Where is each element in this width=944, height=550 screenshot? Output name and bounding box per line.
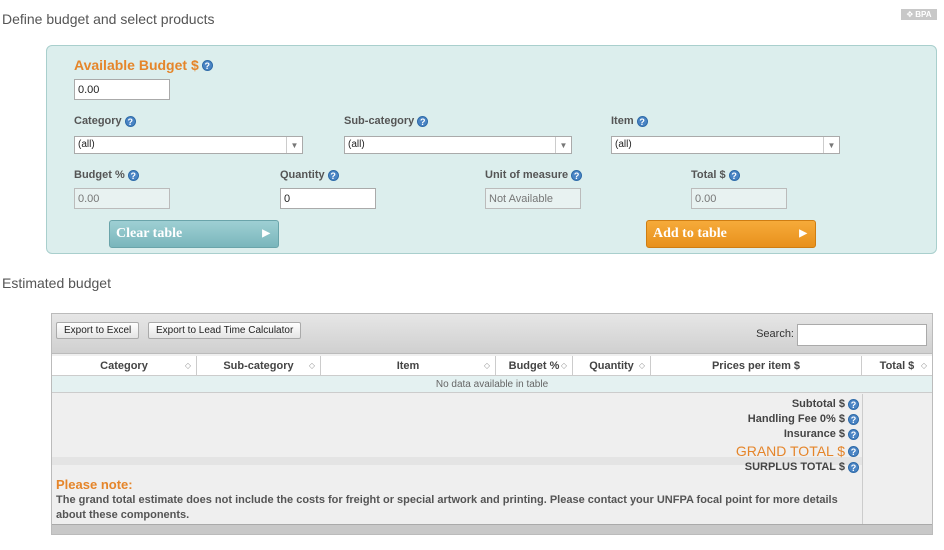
quantity-label: Quantity ? — [280, 169, 339, 181]
table-toolbar: Export to Excel Export to Lead Time Calc… — [52, 314, 932, 354]
sort-icon: ◇ — [184, 361, 191, 370]
help-icon[interactable]: ? — [728, 169, 740, 181]
total-label: Total $ ? — [691, 169, 740, 181]
estimated-budget-title: Estimated budget — [2, 275, 111, 291]
estimated-budget-table: Export to Excel Export to Lead Time Calc… — [51, 313, 933, 535]
sort-icon: ◇ — [308, 361, 315, 370]
table-footer-bar — [52, 524, 932, 534]
note-body: The grand total estimate does not includ… — [56, 494, 838, 521]
empty-table-message: No data available in table — [52, 376, 932, 393]
chevron-down-icon: ▼ — [286, 137, 302, 153]
handling-fee-row: Handling Fee 0% $? — [748, 413, 859, 425]
col-quantity[interactable]: Quantity ◇ — [573, 356, 651, 375]
help-icon[interactable]: ? — [848, 461, 859, 473]
help-icon[interactable]: ? — [127, 169, 139, 181]
help-icon[interactable]: ? — [848, 413, 859, 425]
sort-icon: ◇ — [560, 361, 567, 370]
quantity-input[interactable] — [280, 188, 376, 209]
surplus-total-row: SURPLUS TOTAL $? — [745, 461, 859, 473]
category-label: Category ? — [74, 115, 136, 127]
category-select[interactable]: (all) ▼ — [74, 136, 303, 154]
col-budget-pct[interactable]: Budget % ◇ — [496, 356, 573, 375]
chevron-down-icon: ▼ — [555, 137, 571, 153]
move-icon: ✥ — [906, 10, 914, 19]
available-budget-label: Available Budget $ ? — [74, 57, 213, 73]
search-input[interactable] — [797, 324, 927, 346]
search-label: Search: — [756, 328, 794, 340]
col-item[interactable]: Item ◇ — [321, 356, 496, 375]
sort-icon: ◇ — [920, 361, 927, 370]
grand-total-row: GRAND TOTAL $? — [736, 443, 859, 459]
bpa-badge[interactable]: ✥ BPA — [901, 9, 937, 20]
help-icon[interactable]: ? — [124, 115, 136, 127]
page-title: Define budget and select products — [2, 11, 215, 27]
uom-label: Unit of measure ? — [485, 169, 583, 181]
available-budget-input[interactable] — [74, 79, 170, 100]
help-icon[interactable]: ? — [201, 59, 213, 71]
help-icon[interactable]: ? — [571, 169, 583, 181]
table-header: Category ◇ Sub-category ◇ Item ◇ Budget % ◇ … — [52, 356, 932, 376]
chevron-right-icon: ▶ — [262, 228, 270, 239]
column-divider — [862, 394, 863, 524]
clear-table-button[interactable]: Clear table ▶ — [109, 220, 279, 248]
uom-input — [485, 188, 581, 209]
col-category[interactable]: Category ◇ — [52, 356, 197, 375]
item-label: Item ? — [611, 115, 648, 127]
note-title: Please note: — [56, 477, 133, 492]
help-icon[interactable]: ? — [848, 445, 859, 457]
export-ltc-button[interactable]: Export to Lead Time Calculator — [148, 322, 302, 339]
insurance-row: Insurance $? — [784, 428, 859, 440]
help-icon[interactable]: ? — [636, 115, 648, 127]
chevron-right-icon: ▶ — [799, 228, 807, 239]
budget-form-panel: Available Budget $ ? Category ? (all) ▼ … — [46, 45, 937, 254]
total-input — [691, 188, 787, 209]
add-to-table-button[interactable]: Add to table ▶ — [646, 220, 816, 248]
export-excel-button[interactable]: Export to Excel — [56, 322, 140, 339]
budget-pct-label: Budget % ? — [74, 169, 139, 181]
budget-pct-input — [74, 188, 170, 209]
col-subcategory[interactable]: Sub-category ◇ — [197, 356, 321, 375]
subtotal-row: Subtotal $? — [792, 398, 859, 410]
item-select[interactable]: (all) ▼ — [611, 136, 840, 154]
sort-icon: ◇ — [483, 361, 490, 370]
help-icon[interactable]: ? — [417, 115, 429, 127]
col-total[interactable]: Total $ ◇ — [862, 356, 932, 375]
col-prices: Prices per item $ — [651, 356, 862, 375]
help-icon[interactable]: ? — [327, 169, 339, 181]
help-icon[interactable]: ? — [848, 428, 859, 440]
chevron-down-icon: ▼ — [823, 137, 839, 153]
sort-icon: ◇ — [638, 361, 645, 370]
subcategory-label: Sub-category ? — [344, 115, 429, 127]
subcategory-select[interactable]: (all) ▼ — [344, 136, 572, 154]
help-icon[interactable]: ? — [848, 398, 859, 410]
